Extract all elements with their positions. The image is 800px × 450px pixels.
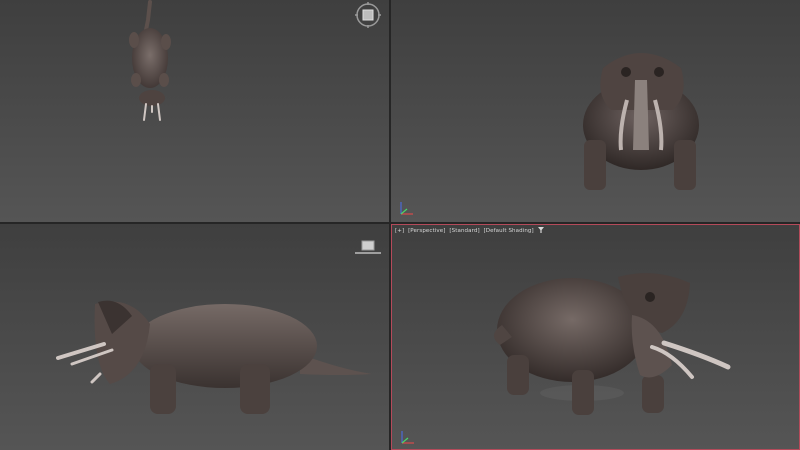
viewport-front[interactable] — [391, 0, 800, 222]
viewport-divider-horizontal[interactable] — [0, 222, 800, 224]
axis-tripod-icon — [399, 200, 415, 216]
viewport-shading-label[interactable]: [Default Shading] — [484, 228, 534, 234]
viewport-grid: [+] [Perspective] [Standard] [Default Sh… — [0, 0, 800, 450]
viewcube-icon[interactable] — [355, 240, 381, 266]
viewport-label[interactable]: [+] [Perspective] [Standard] [Default Sh… — [395, 227, 546, 234]
triceratops-top-view — [129, 0, 171, 121]
viewport-preset-label[interactable]: [Standard] — [449, 228, 479, 234]
viewport-perspective[interactable]: [+] [Perspective] [Standard] [Default Sh… — [391, 224, 800, 450]
viewport-top[interactable] — [0, 0, 389, 222]
viewcube-icon[interactable] — [355, 2, 381, 28]
triceratops-perspective-view — [493, 273, 731, 415]
viewport-left[interactable] — [0, 224, 389, 450]
triceratops-side-view — [56, 300, 372, 414]
funnel-icon[interactable] — [537, 227, 544, 233]
triceratops-front-view — [583, 53, 699, 190]
viewport-divider-vertical[interactable] — [389, 0, 391, 450]
viewport-menu-plus[interactable]: [+] — [395, 228, 404, 234]
axis-tripod-icon — [400, 429, 416, 445]
viewport-mode-label[interactable]: [Perspective] — [408, 228, 445, 234]
